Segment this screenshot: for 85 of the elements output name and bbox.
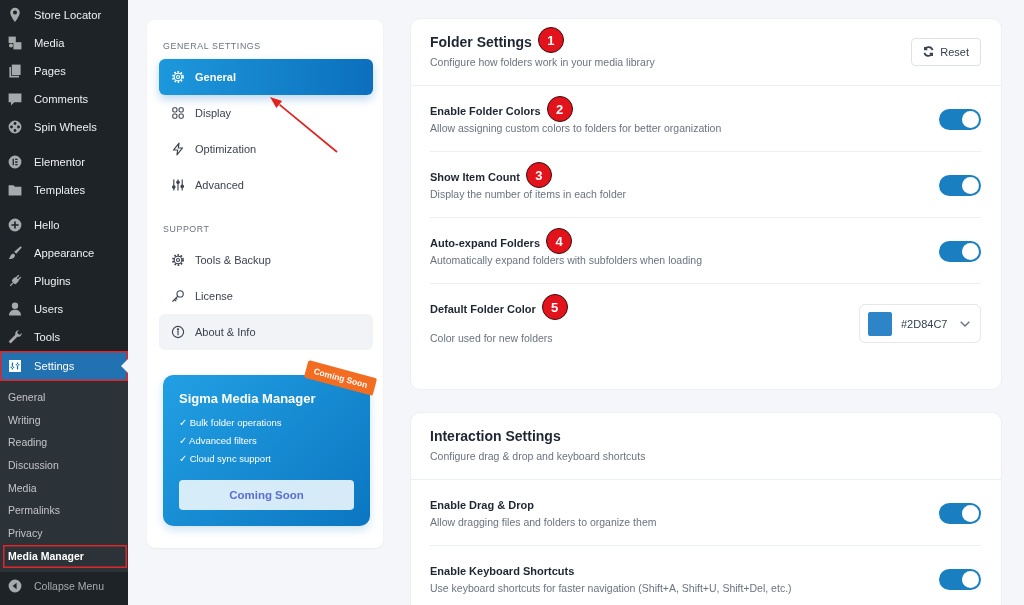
coming-soon-button[interactable]: Coming Soon bbox=[179, 480, 354, 510]
annotation-arrow bbox=[267, 94, 339, 154]
setting-label: Enable Drag & Drop bbox=[430, 498, 534, 513]
setting-label: Enable Folder Colors bbox=[430, 104, 541, 119]
step-marker: 4 bbox=[546, 228, 572, 254]
menu-item[interactable]: Elementor bbox=[0, 148, 128, 176]
grid-icon bbox=[171, 106, 185, 120]
sliders-icon bbox=[171, 178, 185, 192]
collapse-menu-button[interactable]: Collapse Menu bbox=[0, 571, 128, 600]
menu-item[interactable]: Spin Wheels bbox=[0, 113, 128, 141]
setting-label: Enable Keyboard Shortcuts bbox=[430, 564, 575, 579]
submenu-item[interactable]: General bbox=[0, 386, 128, 409]
setting-label: Auto-expand Folders bbox=[430, 236, 540, 251]
setting-label: Show Item Count bbox=[430, 170, 520, 185]
step-marker: 2 bbox=[546, 96, 573, 122]
section-title: Interaction Settings bbox=[430, 428, 561, 444]
collapse-icon bbox=[7, 577, 23, 594]
submenu-item[interactable]: Writing bbox=[0, 408, 128, 432]
menu-item[interactable]: Media bbox=[0, 29, 128, 57]
menu-item[interactable]: Pages bbox=[0, 57, 128, 85]
feature-item: ✓ Cloud sync support bbox=[179, 452, 272, 466]
menu-item[interactable]: Plugins bbox=[0, 267, 128, 295]
setting-description: Use keyboard shortcuts for faster navigation (Shift+A, Shift+U, Shift+Del, etc.) bbox=[430, 581, 792, 596]
pages-icon bbox=[7, 63, 23, 79]
reel-icon bbox=[7, 119, 23, 135]
feature-item: ✓ Bulk folder operations bbox=[179, 416, 283, 430]
menu-item[interactable]: Appearance bbox=[0, 239, 128, 267]
sliders-icon bbox=[7, 358, 23, 374]
section-description: Configure drag & drop and keyboard shortcuts bbox=[430, 449, 646, 463]
nav-item[interactable]: About & Info bbox=[159, 314, 373, 350]
section-title: Folder Settings bbox=[430, 34, 532, 50]
nav-item[interactable]: Optimization bbox=[159, 131, 373, 167]
submenu-item[interactable]: Permalinks bbox=[0, 499, 128, 523]
submenu-item[interactable]: Privacy bbox=[0, 522, 128, 545]
refresh-icon bbox=[923, 46, 935, 57]
pin-icon bbox=[7, 7, 23, 23]
submenu-item[interactable]: Reading bbox=[0, 431, 128, 455]
menu-item[interactable]: Tools bbox=[0, 323, 128, 351]
photos-icon bbox=[7, 35, 23, 51]
setting-description: Allow dragging files and folders to organize them bbox=[430, 515, 657, 530]
nav-heading: SUPPORT bbox=[162, 223, 211, 235]
menu-item[interactable]: Users bbox=[0, 295, 128, 323]
setting-description: Allow assigning custom colors to folders for better organization bbox=[430, 121, 722, 136]
step-marker: 1 bbox=[537, 27, 564, 53]
nav-item[interactable]: Advanced bbox=[159, 167, 373, 203]
toggle-switch[interactable] bbox=[939, 569, 981, 590]
toggle-switch[interactable] bbox=[939, 503, 981, 524]
gear-icon bbox=[171, 253, 185, 267]
menu-item[interactable]: Settings bbox=[0, 351, 128, 381]
submenu-item[interactable]: Discussion bbox=[0, 454, 128, 477]
toggle-switch[interactable] bbox=[939, 241, 981, 262]
submenu-item[interactable]: Media bbox=[0, 476, 128, 500]
toggle-switch[interactable] bbox=[939, 175, 981, 196]
speech-bubble-icon bbox=[7, 91, 23, 107]
wrench-icon bbox=[7, 329, 23, 345]
section-description: Configure how folders work in your media library bbox=[430, 55, 655, 69]
key-icon bbox=[171, 289, 185, 303]
reset-button[interactable]: Reset bbox=[911, 37, 981, 66]
lightning-icon bbox=[171, 142, 185, 156]
menu-item[interactable]: Templates bbox=[0, 176, 128, 204]
nav-item[interactable]: Display bbox=[159, 95, 373, 131]
color-picker[interactable]: #2D84C7 bbox=[859, 304, 981, 343]
step-marker: 3 bbox=[525, 162, 552, 188]
folder-icon bbox=[7, 182, 23, 198]
setting-description: Color used for new folders bbox=[430, 331, 554, 346]
toggle-switch[interactable] bbox=[939, 109, 981, 130]
setting-description: Display the number of items in each folder bbox=[430, 187, 627, 202]
menu-item[interactable]: Store Locator bbox=[0, 1, 128, 29]
submenu-item[interactable]: Media Manager bbox=[3, 544, 127, 568]
setting-label: Default Folder Color bbox=[430, 302, 536, 317]
menu-item[interactable]: Hello bbox=[0, 211, 128, 239]
person-icon bbox=[7, 301, 23, 317]
step-marker: 5 bbox=[541, 294, 568, 320]
feature-item: ✓ Advanced filters bbox=[179, 434, 258, 448]
gear-icon bbox=[171, 70, 185, 84]
menu-item[interactable]: Comments bbox=[0, 85, 128, 113]
paintbrush-icon bbox=[7, 245, 23, 261]
info-icon bbox=[171, 325, 185, 339]
nav-item[interactable]: General bbox=[159, 59, 373, 95]
nav-item[interactable]: Tools & Backup bbox=[159, 242, 373, 278]
setting-description: Automatically expand folders with subfolders when loading bbox=[430, 253, 702, 268]
chevron-icon bbox=[960, 320, 970, 327]
nav-item[interactable]: License bbox=[159, 278, 373, 314]
nav-heading: GENERAL SETTINGS bbox=[162, 40, 262, 52]
plug-icon bbox=[7, 273, 23, 289]
